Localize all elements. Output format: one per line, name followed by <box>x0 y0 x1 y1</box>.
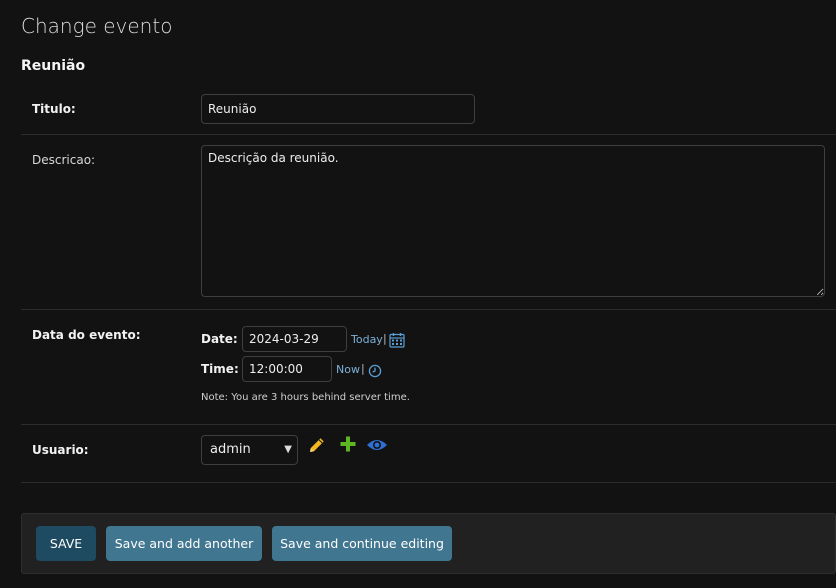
date-separator: | <box>383 332 387 345</box>
timezone-note: Note: You are 3 hours behind server time… <box>201 392 410 403</box>
save-and-continue-editing-button[interactable]: Save and continue editing <box>272 526 452 561</box>
date-label: Date: <box>201 332 238 346</box>
usuario-select[interactable]: admin ▼ <box>201 435 298 465</box>
usuario-label: Usuario: <box>32 443 89 457</box>
descricao-label: Descricao: <box>32 153 96 167</box>
time-label: Time: <box>201 362 239 376</box>
data-evento-label: Data do evento: <box>32 328 141 342</box>
page-title: Change evento <box>21 14 173 38</box>
descricao-textarea[interactable]: Descrição da reunião. <box>201 145 825 297</box>
time-separator: | <box>361 362 365 375</box>
today-link[interactable]: Today <box>351 333 383 346</box>
form-row-usuario: Usuario: admin ▼ <box>21 425 836 483</box>
submit-row: SAVE Save and add another Save and conti… <box>21 513 836 574</box>
save-and-add-another-button[interactable]: Save and add another <box>106 526 262 561</box>
form-row-data-evento: Data do evento: Date: Today | Time: Now … <box>21 310 836 425</box>
pencil-icon[interactable] <box>307 435 327 455</box>
plus-icon[interactable] <box>339 435 357 453</box>
form-row-titulo: Titulo: <box>21 84 836 135</box>
clock-icon[interactable] <box>368 364 382 378</box>
date-input[interactable] <box>242 326 347 352</box>
usuario-selected-value: admin <box>210 442 251 457</box>
titulo-input[interactable] <box>201 94 475 124</box>
save-button[interactable]: SAVE <box>36 526 96 561</box>
chevron-down-icon: ▼ <box>284 444 292 455</box>
eye-icon[interactable] <box>366 437 388 453</box>
fieldset-title: Reunião <box>21 58 86 74</box>
now-link[interactable]: Now <box>336 363 360 376</box>
calendar-icon[interactable] <box>389 332 405 348</box>
titulo-label: Titulo: <box>32 102 76 116</box>
time-input[interactable] <box>242 356 332 382</box>
form-row-descricao: Descricao: Descrição da reunião. <box>21 135 836 310</box>
